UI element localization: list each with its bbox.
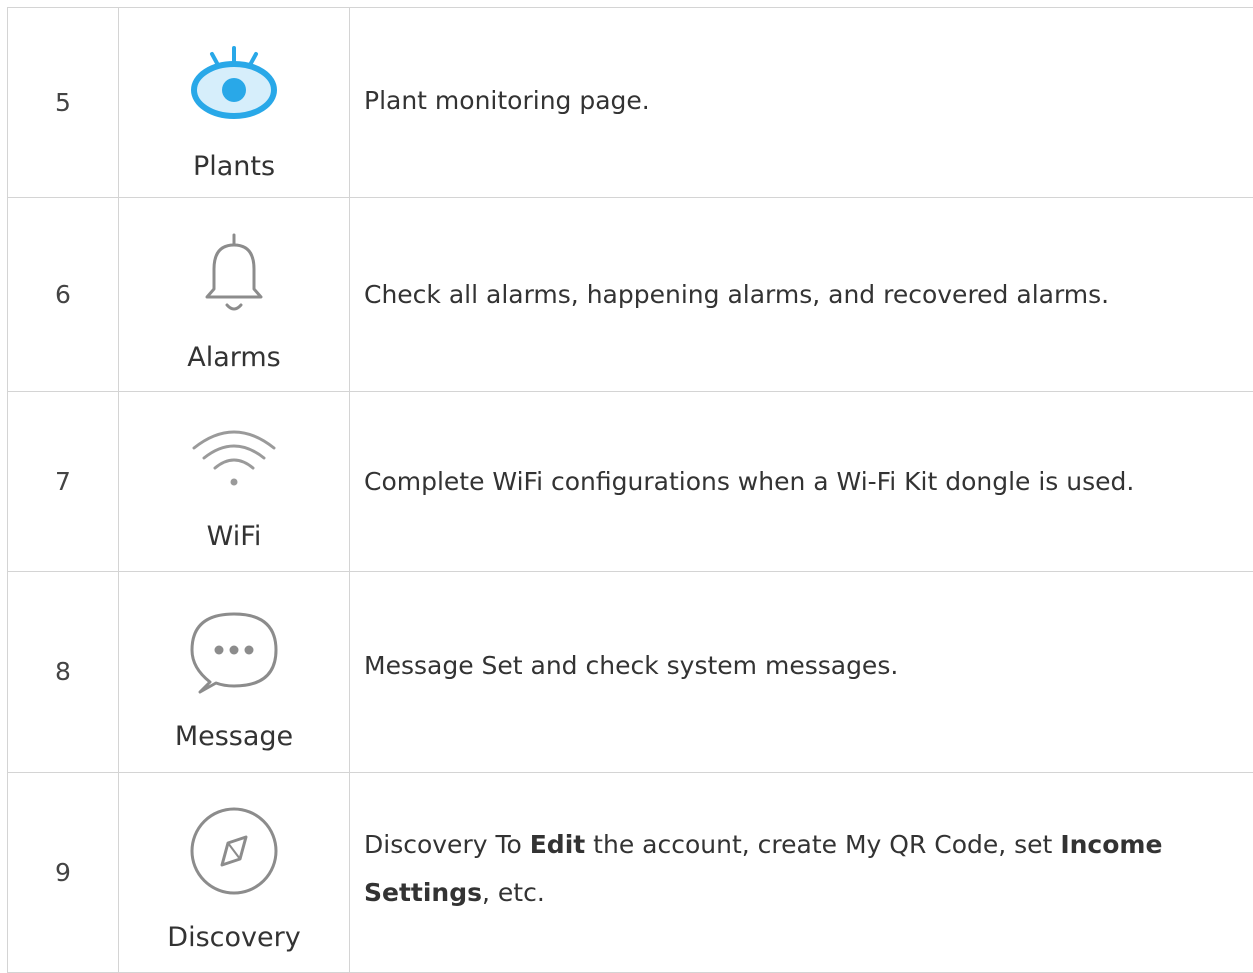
description: Check all alarms, happening alarms, and …	[364, 280, 1109, 309]
description: Plant monitoring page.	[364, 86, 650, 115]
description-cell: Check all alarms, happening alarms, and …	[350, 198, 1253, 392]
description-text: , etc.	[482, 878, 545, 907]
row-number: 8	[8, 572, 119, 773]
icon-cell: Message	[119, 572, 350, 773]
table-row: 5 Plants Plant monitoring page.	[8, 8, 1253, 198]
description: Message Set and check system messages.	[364, 651, 898, 680]
table-row: 8 Message Message Set and check system m…	[8, 572, 1253, 773]
description-text: the account, create My QR Code, set	[585, 830, 1060, 859]
icon-cell: Discovery	[119, 773, 350, 973]
table-row: 7 WiFi Complete WiFi configurations when…	[8, 392, 1253, 572]
edit-keyword: Edit	[530, 830, 586, 859]
icon-label: Alarms	[187, 341, 281, 375]
chat-bubble-icon	[186, 606, 282, 698]
table-row: 6 Alarms Check all alarms, happening ala…	[8, 198, 1253, 392]
icon-label: WiFi	[207, 520, 262, 554]
icon-label: Message	[175, 720, 293, 754]
compass-icon	[188, 805, 280, 897]
description-cell: Message Set and check system messages.	[350, 572, 1253, 773]
description-text: Discovery To	[364, 830, 530, 859]
description-cell: Plant monitoring page.	[350, 8, 1253, 198]
icon-cell: Plants	[119, 8, 350, 198]
icon-cell: Alarms	[119, 198, 350, 392]
wifi-icon	[188, 426, 280, 496]
function-table: 5 Plants Plant monitoring page. 6	[7, 7, 1253, 973]
description-cell: Complete WiFi configurations when a Wi-F…	[350, 392, 1253, 572]
description: Discovery To Edit the account, create My…	[364, 821, 1186, 917]
icon-label: Discovery	[167, 921, 300, 955]
icon-label: Plants	[193, 150, 275, 184]
row-number: 9	[8, 773, 119, 973]
description: Complete WiFi configurations when a Wi-F…	[364, 467, 1134, 496]
icon-cell: WiFi	[119, 392, 350, 572]
description-cell: Discovery To Edit the account, create My…	[350, 773, 1253, 973]
table-row: 9 Discovery Discovery To Edit the accoun…	[8, 773, 1253, 973]
bell-icon	[199, 229, 269, 319]
eye-icon	[184, 44, 284, 120]
row-number: 7	[8, 392, 119, 572]
row-number: 5	[8, 8, 119, 198]
row-number: 6	[8, 198, 119, 392]
